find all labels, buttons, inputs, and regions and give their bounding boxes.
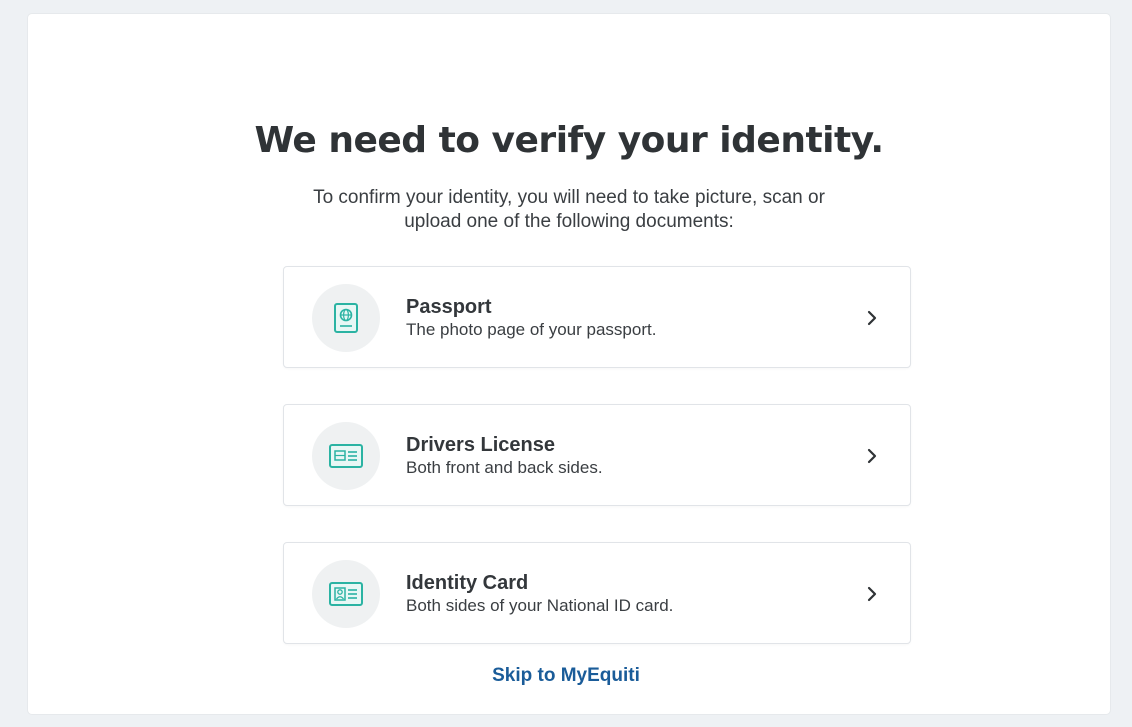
drivers-license-icon [312, 422, 380, 490]
subtitle-line-2: upload one of the following documents: [404, 211, 734, 232]
option-title: Identity Card [406, 572, 529, 594]
option-description: The photo page of your passport. [406, 320, 657, 339]
page-title: We need to verify your identity. [254, 120, 884, 161]
passport-icon [312, 284, 380, 352]
option-drivers-license[interactable]: Drivers License Both front and back side… [283, 404, 911, 506]
document-options: Passport The photo page of your passport… [283, 266, 911, 680]
option-title: Drivers License [406, 434, 555, 456]
option-title: Passport [406, 296, 492, 318]
chevron-right-icon [867, 586, 877, 602]
option-passport[interactable]: Passport The photo page of your passport… [283, 266, 911, 368]
option-description: Both sides of your National ID card. [406, 596, 674, 615]
page-subtitle: To confirm your identity, you will need … [28, 186, 1110, 234]
chevron-right-icon [867, 448, 877, 464]
id-card-icon [312, 560, 380, 628]
verification-panel: We need to verify your identity. To conf… [28, 14, 1110, 714]
skip-to-myequiti-link[interactable]: Skip to MyEquiti [0, 665, 1132, 687]
chevron-right-icon [867, 310, 877, 326]
option-identity-card[interactable]: Identity Card Both sides of your Nationa… [283, 542, 911, 644]
subtitle-line-1: To confirm your identity, you will need … [313, 187, 825, 208]
option-description: Both front and back sides. [406, 458, 603, 477]
